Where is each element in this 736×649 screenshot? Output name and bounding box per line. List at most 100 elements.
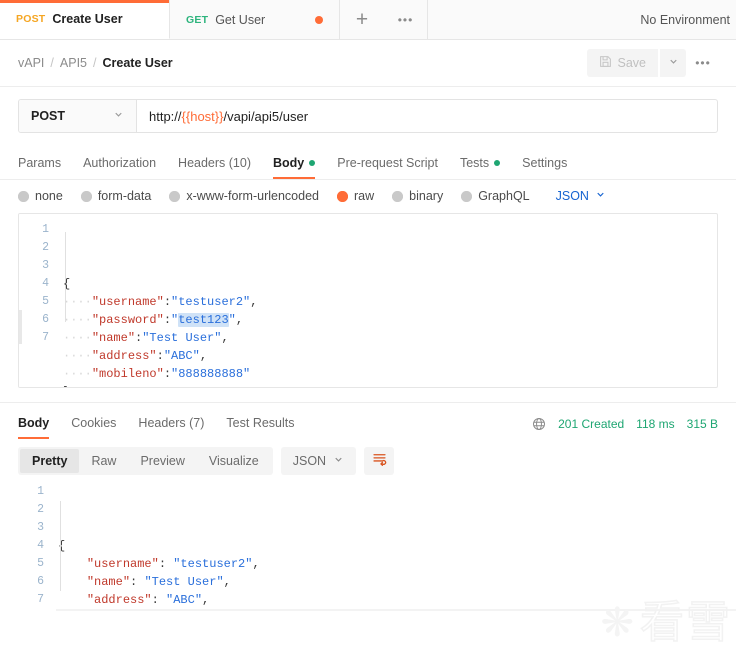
code-line[interactable]: "address": "ABC", <box>56 591 736 609</box>
code-line[interactable]: "name": "Test User", <box>56 573 736 591</box>
code-token: : <box>130 575 145 589</box>
code-token: "password" <box>91 313 164 327</box>
code-token: " <box>228 313 236 327</box>
body-type-form-data[interactable]: form-data <box>80 189 151 203</box>
body-type-label: none <box>35 189 63 203</box>
view-mode-preview[interactable]: Preview <box>128 449 196 473</box>
code-token: "name" <box>86 575 131 589</box>
unsaved-changes-dot <box>315 15 323 24</box>
breadcrumb-item-collection[interactable]: vAPI <box>18 56 44 70</box>
code-line[interactable]: { <box>56 537 736 555</box>
code-token: : <box>163 295 172 309</box>
code-line[interactable]: "username": "testuser2", <box>56 555 736 573</box>
code-token: "username" <box>86 557 159 571</box>
http-method-select[interactable]: POST <box>19 100 137 132</box>
radio-icon-selected <box>337 190 348 202</box>
breadcrumb-bar: vAPI / API5 / Create User Save ••• <box>0 40 736 87</box>
chevron-down-icon <box>668 54 679 72</box>
save-button-label: Save <box>617 56 647 70</box>
code-token: "ABC" <box>163 349 200 363</box>
url-prefix: http:// <box>149 108 182 124</box>
tab-settings[interactable]: Settings <box>522 156 567 179</box>
tab-authorization[interactable]: Authorization <box>83 156 156 179</box>
url-suffix: /vapi/api5/user <box>223 108 309 124</box>
tab-title-label: Create User <box>52 12 123 26</box>
view-mode-visualize[interactable]: Visualize <box>197 449 271 473</box>
body-format-select[interactable]: JSON <box>556 189 606 203</box>
tab-pre-request-script[interactable]: Pre-request Script <box>337 156 438 179</box>
view-mode-pretty[interactable]: Pretty <box>20 449 80 473</box>
tab-body[interactable]: Body <box>273 156 316 179</box>
tab-headers[interactable]: Headers (10) <box>178 156 251 179</box>
view-mode-raw[interactable]: Raw <box>79 449 128 473</box>
response-size-text: 315 B <box>686 417 718 431</box>
url-input[interactable]: http://{{host}}/vapi/api5/user <box>137 100 717 132</box>
tab-label: Cookies <box>71 416 117 430</box>
radio-icon <box>80 190 92 202</box>
save-floppy-icon <box>599 55 612 71</box>
response-editor-content[interactable]: { "username": "testuser2", "name": "Test… <box>56 483 736 611</box>
body-format-label: JSON <box>555 189 589 203</box>
breadcrumb-actions: Save ••• <box>586 49 719 77</box>
response-tab-cookies[interactable]: Cookies <box>71 416 116 439</box>
line-number: 5 <box>37 557 44 570</box>
environment-selector[interactable]: No Environment <box>428 0 736 39</box>
tab-label: Params <box>18 156 62 170</box>
breadcrumb-item-folder[interactable]: API5 <box>60 56 87 70</box>
code-line[interactable]: "mobileno": "888888888", <box>56 609 736 611</box>
request-tab-create-user[interactable]: POST Create User <box>0 0 170 39</box>
chevron-down-icon <box>113 109 124 123</box>
url-bar: POST http://{{host}}/vapi/api5/user <box>0 87 736 143</box>
tab-tests[interactable]: Tests <box>460 156 501 179</box>
tab-params[interactable]: Params <box>18 156 61 179</box>
radio-icon <box>169 190 181 202</box>
code-token: : <box>163 367 172 381</box>
word-wrap-toggle-button[interactable] <box>364 447 395 475</box>
code-token: , <box>221 331 229 345</box>
body-type-urlencoded[interactable]: x-www-form-urlencoded <box>169 189 319 203</box>
code-token: "name" <box>91 331 136 345</box>
code-line[interactable]: ····"address":"ABC", <box>59 347 717 365</box>
response-tab-test-results[interactable]: Test Results <box>226 416 294 439</box>
code-token: , <box>252 557 260 571</box>
request-tab-get-user[interactable]: GET Get User <box>170 0 340 39</box>
code-token: , <box>199 349 208 363</box>
response-editor-line-numbers: 1 2 3 4 5 6 7 <box>0 483 56 611</box>
save-button[interactable]: Save <box>586 49 658 77</box>
code-line[interactable]: ····"name":"Test User", <box>59 329 717 347</box>
response-tab-body[interactable]: Body <box>18 416 50 439</box>
code-token: : <box>156 349 164 363</box>
editor-scrollbar[interactable] <box>19 310 22 344</box>
tab-method-label: GET <box>186 13 209 26</box>
body-type-graphql[interactable]: GraphQL <box>461 189 530 203</box>
radio-icon <box>18 190 29 202</box>
code-line[interactable]: { <box>59 275 717 293</box>
tab-label: Body <box>273 156 305 170</box>
response-tab-headers[interactable]: Headers (7) <box>138 416 204 439</box>
line-number: 5 <box>42 295 49 308</box>
body-type-none[interactable]: none <box>18 189 63 203</box>
postman-window: POST Create User GET Get User + ••• No E… <box>0 0 736 649</box>
request-editor-content[interactable]: {····"username":"testuser2", ····"passwor… <box>59 214 717 387</box>
response-section-tabs: Body Cookies Headers (7) Test Results 20… <box>0 403 736 439</box>
code-line[interactable]: } <box>59 383 717 387</box>
body-type-label: GraphQL <box>478 189 530 203</box>
response-body-viewer[interactable]: 1 2 3 4 5 6 7 { "username": "testuser2", "name… <box>0 483 736 611</box>
code-line[interactable]: ····"username":"testuser2", <box>59 293 717 311</box>
body-type-raw[interactable]: raw <box>337 189 374 203</box>
tab-options-button[interactable]: ••• <box>384 0 428 39</box>
line-number: 4 <box>42 277 49 290</box>
body-type-binary[interactable]: binary <box>392 189 443 203</box>
new-tab-button[interactable]: + <box>340 0 384 39</box>
radio-icon <box>461 190 473 202</box>
response-format-select[interactable]: JSON <box>280 447 357 475</box>
save-options-button[interactable] <box>660 49 686 77</box>
code-token: ···· <box>63 295 92 309</box>
request-more-actions-button[interactable]: ••• <box>688 49 718 77</box>
request-body-editor[interactable]: 1234567 {····"username":"testuser2", ····… <box>18 213 718 388</box>
indent-guide <box>60 501 61 591</box>
code-line[interactable]: ····"mobileno":"888888888" <box>59 365 717 383</box>
code-line[interactable]: ····"password":"test123", <box>59 311 717 329</box>
code-token: "testuser2" <box>171 295 251 309</box>
line-number: 2 <box>37 503 44 516</box>
